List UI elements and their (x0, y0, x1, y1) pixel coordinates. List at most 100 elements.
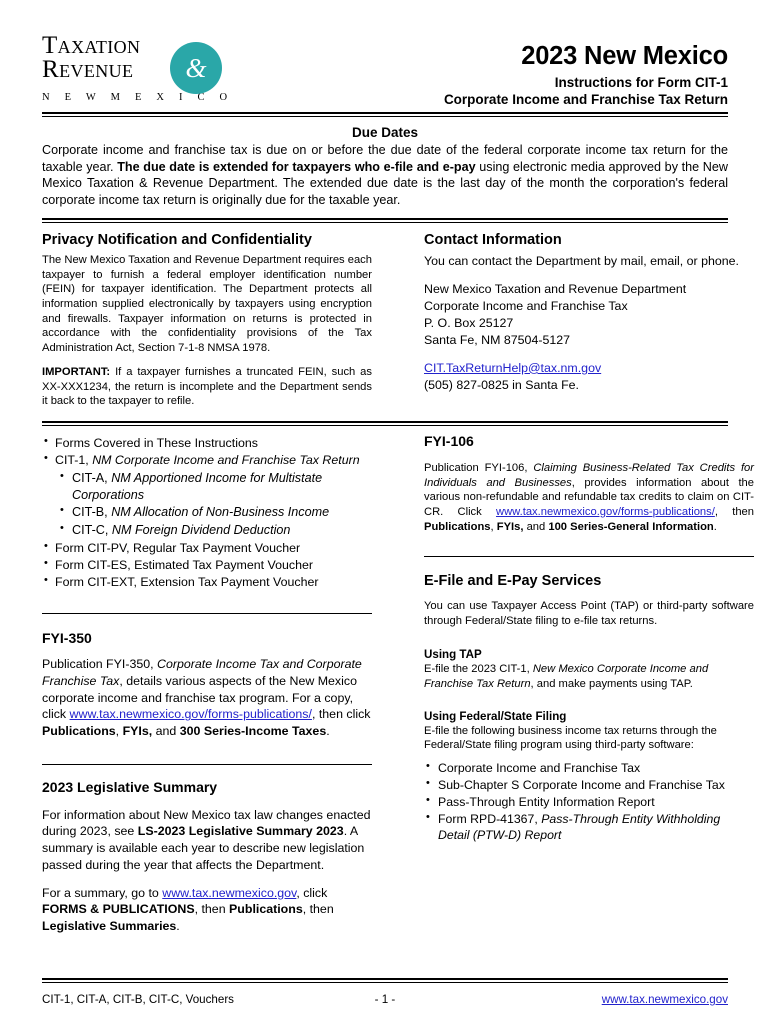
contact-spacer (424, 270, 754, 281)
list-item-text: Forms Covered in These Instructions (55, 436, 258, 451)
fyi-350-text-f: and (152, 724, 180, 739)
list-item: Form CIT-PV, Regular Tax Payment Voucher (42, 539, 372, 557)
privacy-heading: Privacy Notification and Confidentiality (42, 232, 312, 249)
fyi-106-text-g: . (713, 520, 717, 533)
list-item-text: CIT-A, (72, 470, 112, 485)
document-page: Taxation Revenue N E W M E X I C O & 202… (0, 0, 770, 1024)
list-item: CIT-A, NM Apportioned Income for Multist… (42, 469, 372, 504)
using-tap-text-c: , and make payments using TAP. (530, 677, 693, 690)
footer-row: CIT-1, CIT-A, CIT-B, CIT-C, Vouchers - 1… (42, 983, 728, 1006)
divider-before-fyi-350 (42, 613, 372, 615)
contact-address-line-2: Corporate Income and Franchise Tax (424, 298, 628, 313)
legislative-bold-ls2023: LS-2023 Legislative Summary 2023 (137, 824, 344, 839)
list-item-text: Pass-Through Entity Information Report (438, 794, 655, 809)
ampersand-circle-icon: & (170, 42, 222, 94)
left-column: Forms Covered in These Instructions CIT-… (42, 434, 372, 935)
contact-email-row: CIT.TaxReturnHelp@tax.nm.gov (424, 360, 754, 377)
using-tap-text-a: E-file the 2023 CIT-1, (424, 663, 533, 676)
list-item-text: Corporate Income and Franchise Tax (438, 761, 641, 776)
fyi-350-bold-series: 300 Series-Income Taxes (179, 724, 327, 739)
privacy-important-label: IMPORTANT: (42, 365, 111, 378)
legislative-text-d: , click (296, 885, 328, 900)
footer-website-link[interactable]: www.tax.newmexico.gov (602, 993, 728, 1006)
list-item: Corporate Income and Franchise Tax (424, 759, 754, 777)
contact-phone: (505) 827-0825 in Santa Fe. (424, 377, 579, 392)
using-tap-heading: Using TAP (424, 648, 482, 662)
fyi-350-text-g: . (326, 724, 330, 739)
fyi-106-text-f: and (523, 520, 549, 533)
contact-address-line-4: Santa Fe, NM 87504-5127 (424, 332, 571, 347)
footer-forms-label: CIT-1, CIT-A, CIT-B, CIT-C, Vouchers (42, 993, 234, 1006)
legislative-bold-forms-publications: FORMS & PUBLICATIONS (42, 902, 195, 917)
legislative-text-f: , then (302, 902, 334, 917)
using-federal-state-intro: E-file the following business income tax… (424, 724, 717, 752)
document-footer: CIT-1, CIT-A, CIT-B, CIT-C, Vouchers - 1… (42, 978, 728, 1006)
page-subtitle-form: Instructions for Form CIT-1 (554, 75, 728, 91)
privacy-column: Privacy Notification and Confidentiality… (42, 223, 372, 409)
forms-covered-list: Forms Covered in These Instructions CIT-… (42, 434, 372, 591)
privacy-paragraph: The New Mexico Taxation and Revenue Depa… (42, 253, 373, 355)
fyi-350-bold-publications: Publications (42, 724, 116, 739)
using-federal-state-heading: Using Federal/State Filing (424, 709, 567, 723)
fyi-350-paragraph: Publication FYI-350, Corporate Income Ta… (42, 656, 372, 740)
list-item: CIT-C, NM Foreign Dividend Deduction (42, 521, 372, 539)
legislative-paragraph-2: For a summary, go to www.tax.newmexico.g… (42, 885, 372, 935)
list-item-text: Sub-Chapter S Corporate Income and Franc… (438, 777, 725, 792)
fyi-350-bold-fyis: FYIs, (122, 724, 153, 739)
list-item: Pass-Through Entity Information Report (424, 793, 754, 811)
agency-logo: Taxation Revenue N E W M E X I C O & (42, 30, 242, 103)
contact-address-line-3: P. O. Box 25127 (424, 315, 514, 330)
legislative-website-link[interactable]: www.tax.newmexico.gov (162, 886, 296, 900)
legislative-text-e: , then (194, 902, 230, 917)
legislative-text-c: For a summary, go to (42, 885, 163, 900)
due-dates-heading: Due Dates (351, 125, 419, 140)
fyi-106-bold-publications: Publications (424, 520, 491, 533)
list-item-text: CIT-1, (55, 453, 93, 468)
document-title-block: 2023 New Mexico Instructions for Form CI… (242, 30, 728, 109)
right-column: FYI-106 Publication FYI-106, Claiming Bu… (424, 433, 754, 935)
using-tap-paragraph: E-file the 2023 CIT-1, New Mexico Corpor… (424, 662, 754, 691)
list-item-text: Form CIT-EXT, Extension Tax Payment Vouc… (55, 575, 319, 590)
list-item-italic: NM Corporate Income and Franchise Tax Re… (92, 453, 360, 468)
legislative-paragraph-1: For information about New Mexico tax law… (42, 807, 372, 874)
fyi-106-text-d: , then (714, 505, 754, 518)
list-item: Sub-Chapter S Corporate Income and Franc… (424, 776, 754, 794)
efile-intro: You can use Taxpayer Access Point (TAP) … (424, 599, 754, 627)
contact-email-link[interactable]: CIT.TaxReturnHelp@tax.nm.gov (424, 361, 601, 375)
privacy-important-paragraph: IMPORTANT: If a taxpayer furnishes a tru… (42, 365, 372, 409)
contact-heading: Contact Information (424, 232, 562, 249)
divider-before-efile (424, 556, 754, 558)
fyi-350-publications-link[interactable]: www.tax.newmexico.gov/forms-publications… (70, 707, 312, 721)
fyi-350-text-e: , (115, 724, 123, 739)
fyi-106-bold-fyis: FYIs, (496, 520, 524, 533)
page-title: 2023 New Mexico (521, 42, 728, 70)
fyi-106-bold-series: 100 Series-General Information (548, 520, 714, 533)
legislative-summary-heading: 2023 Legislative Summary (42, 778, 218, 795)
list-item-text: Form RPD-41367, (438, 811, 542, 826)
divider-before-legislative (42, 763, 372, 765)
fyi-106-text-a: Publication FYI-106, (424, 461, 534, 474)
federal-state-returns-list: Corporate Income and Franchise Tax Sub-C… (424, 759, 754, 844)
fyi-350-text-d: , then click (311, 707, 371, 722)
list-item-text: Form CIT-ES, Estimated Tax Payment Vouch… (55, 558, 314, 573)
list-item: CIT-B, NM Allocation of Non-Business Inc… (42, 503, 372, 521)
privacy-contact-columns: Privacy Notification and Confidentiality… (42, 223, 739, 409)
divider-after-contact (42, 421, 728, 427)
list-item-text: CIT-C, (72, 523, 112, 538)
list-item: Forms Covered in These Instructions (42, 434, 372, 452)
contact-spacer-2 (424, 349, 754, 360)
list-item: Form CIT-EXT, Extension Tax Payment Vouc… (42, 573, 372, 591)
contact-address-line-1: New Mexico Taxation and Revenue Departme… (424, 281, 687, 296)
list-item-italic: NM Allocation of Non-Business Income (111, 505, 330, 520)
fyi-350-heading: FYI-350 (42, 630, 92, 647)
page-subtitle-description: Corporate Income and Franchise Tax Retur… (443, 92, 728, 108)
logo-subtitle-new-mexico: N E W M E X I C O (42, 91, 234, 103)
contact-intro: You can contact the Department by mail, … (424, 253, 739, 268)
contact-column: Contact Information You can contact the … (424, 223, 754, 409)
fyi-106-publications-link[interactable]: www.tax.newmexico.gov/forms-publications… (496, 506, 715, 518)
fyi-106-heading: FYI-106 (424, 433, 474, 450)
list-item-italic: NM Foreign Dividend Deduction (111, 523, 291, 538)
footer-website: www.tax.newmexico.gov (454, 993, 728, 1006)
list-item: Form CIT-ES, Estimated Tax Payment Vouch… (42, 556, 372, 574)
fyi-350-text-a: Publication FYI-350, (42, 657, 158, 672)
